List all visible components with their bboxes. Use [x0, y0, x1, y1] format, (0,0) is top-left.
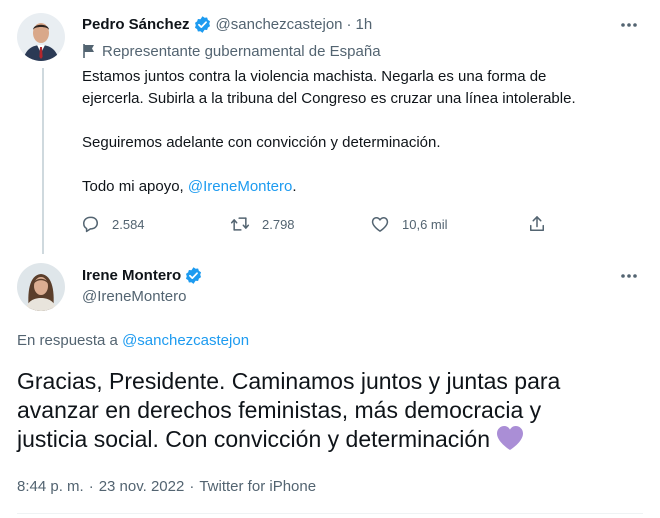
author-handle[interactable]: @IreneMontero [82, 288, 186, 305]
purple-heart-icon [496, 425, 524, 458]
author-name[interactable]: Irene Montero [82, 267, 181, 284]
government-label: Representante gubernamental de España [82, 41, 381, 61]
tweet-metadata: 8:44 p. m. · 23 nov. 2022 · Twitter for … [17, 478, 316, 495]
tweet-text-line: Estamos juntos contra la violencia machi… [82, 68, 547, 85]
divider [17, 513, 643, 514]
separator-dot: · [88, 478, 94, 495]
verified-badge-icon [193, 15, 212, 34]
tweet-date[interactable]: 23 nov. 2022 [99, 478, 185, 495]
tweet-text-line: Seguiremos adelante con convicción y det… [82, 134, 441, 151]
parent-tweet[interactable]: Pedro Sánchez @sanchezcastejon · 1h Repr… [0, 0, 660, 254]
text-fragment: . [292, 178, 297, 195]
tweet-text-line: justicia social. Con convicción y determ… [17, 425, 647, 458]
share-button[interactable] [527, 210, 559, 238]
separator-dot: · [189, 478, 195, 495]
tweet-text-line: ejercerla. Subirla a la tribuna del Cong… [82, 90, 576, 107]
parent-author-header: Pedro Sánchez @sanchezcastejon · 1h [82, 13, 372, 35]
author-name[interactable]: Pedro Sánchez [82, 16, 190, 33]
parent-tweet-text: Estamos juntos contra la violencia machi… [82, 66, 642, 198]
avatar-irene-montero[interactable] [17, 263, 65, 311]
reply-to-handle-link[interactable]: @sanchezcastejon [122, 332, 249, 349]
reply-button[interactable]: 2.584 [80, 210, 145, 238]
tweet-time[interactable]: 8:44 p. m. [17, 478, 84, 495]
tweet-text-line: Todo mi apoyo, @IreneMontero. [82, 176, 642, 198]
avatar-pedro-sanchez[interactable] [17, 13, 65, 61]
text-fragment: Todo mi apoyo, [82, 178, 188, 195]
retweet-button[interactable]: 2.798 [230, 210, 295, 238]
reply-to-prefix: En respuesta a [17, 332, 118, 349]
reply-context: En respuesta a @sanchezcastejon [17, 332, 249, 349]
focused-tweet-text: Gracias, Presidente. Caminamos juntos y … [17, 367, 647, 458]
verified-badge-icon [184, 266, 203, 285]
reply-icon [83, 216, 98, 233]
heart-icon [371, 217, 389, 232]
text-fragment: justicia social. Con convicción y determ… [17, 426, 490, 452]
like-button[interactable]: 10,6 mil [370, 210, 448, 238]
government-label-text: Representante gubernamental de España [102, 42, 381, 60]
retweet-count: 2.798 [262, 216, 295, 232]
like-count: 10,6 mil [402, 216, 448, 232]
mention-link[interactable]: @IreneMontero [188, 178, 292, 195]
author-handle[interactable]: @sanchezcastejon [216, 16, 343, 33]
tweet-actions: 2.584 2.798 10,6 mil [80, 210, 560, 238]
reply-count: 2.584 [112, 216, 145, 232]
thread-line [42, 68, 44, 254]
flag-icon [83, 44, 94, 58]
tweet-text-line: Gracias, Presidente. Caminamos juntos y … [17, 368, 561, 394]
separator-dot: · [346, 15, 352, 33]
retweet-icon [230, 217, 250, 231]
tweet-text-line: avanzar en derechos feministas, más demo… [17, 397, 542, 423]
more-options-icon[interactable] [614, 264, 644, 288]
share-icon [530, 216, 544, 231]
tweet-source-link[interactable]: Twitter for iPhone [199, 478, 316, 495]
tweet-time[interactable]: 1h [356, 16, 373, 33]
focused-author-name-row: Irene Montero [82, 264, 203, 286]
more-options-icon[interactable] [614, 13, 644, 37]
